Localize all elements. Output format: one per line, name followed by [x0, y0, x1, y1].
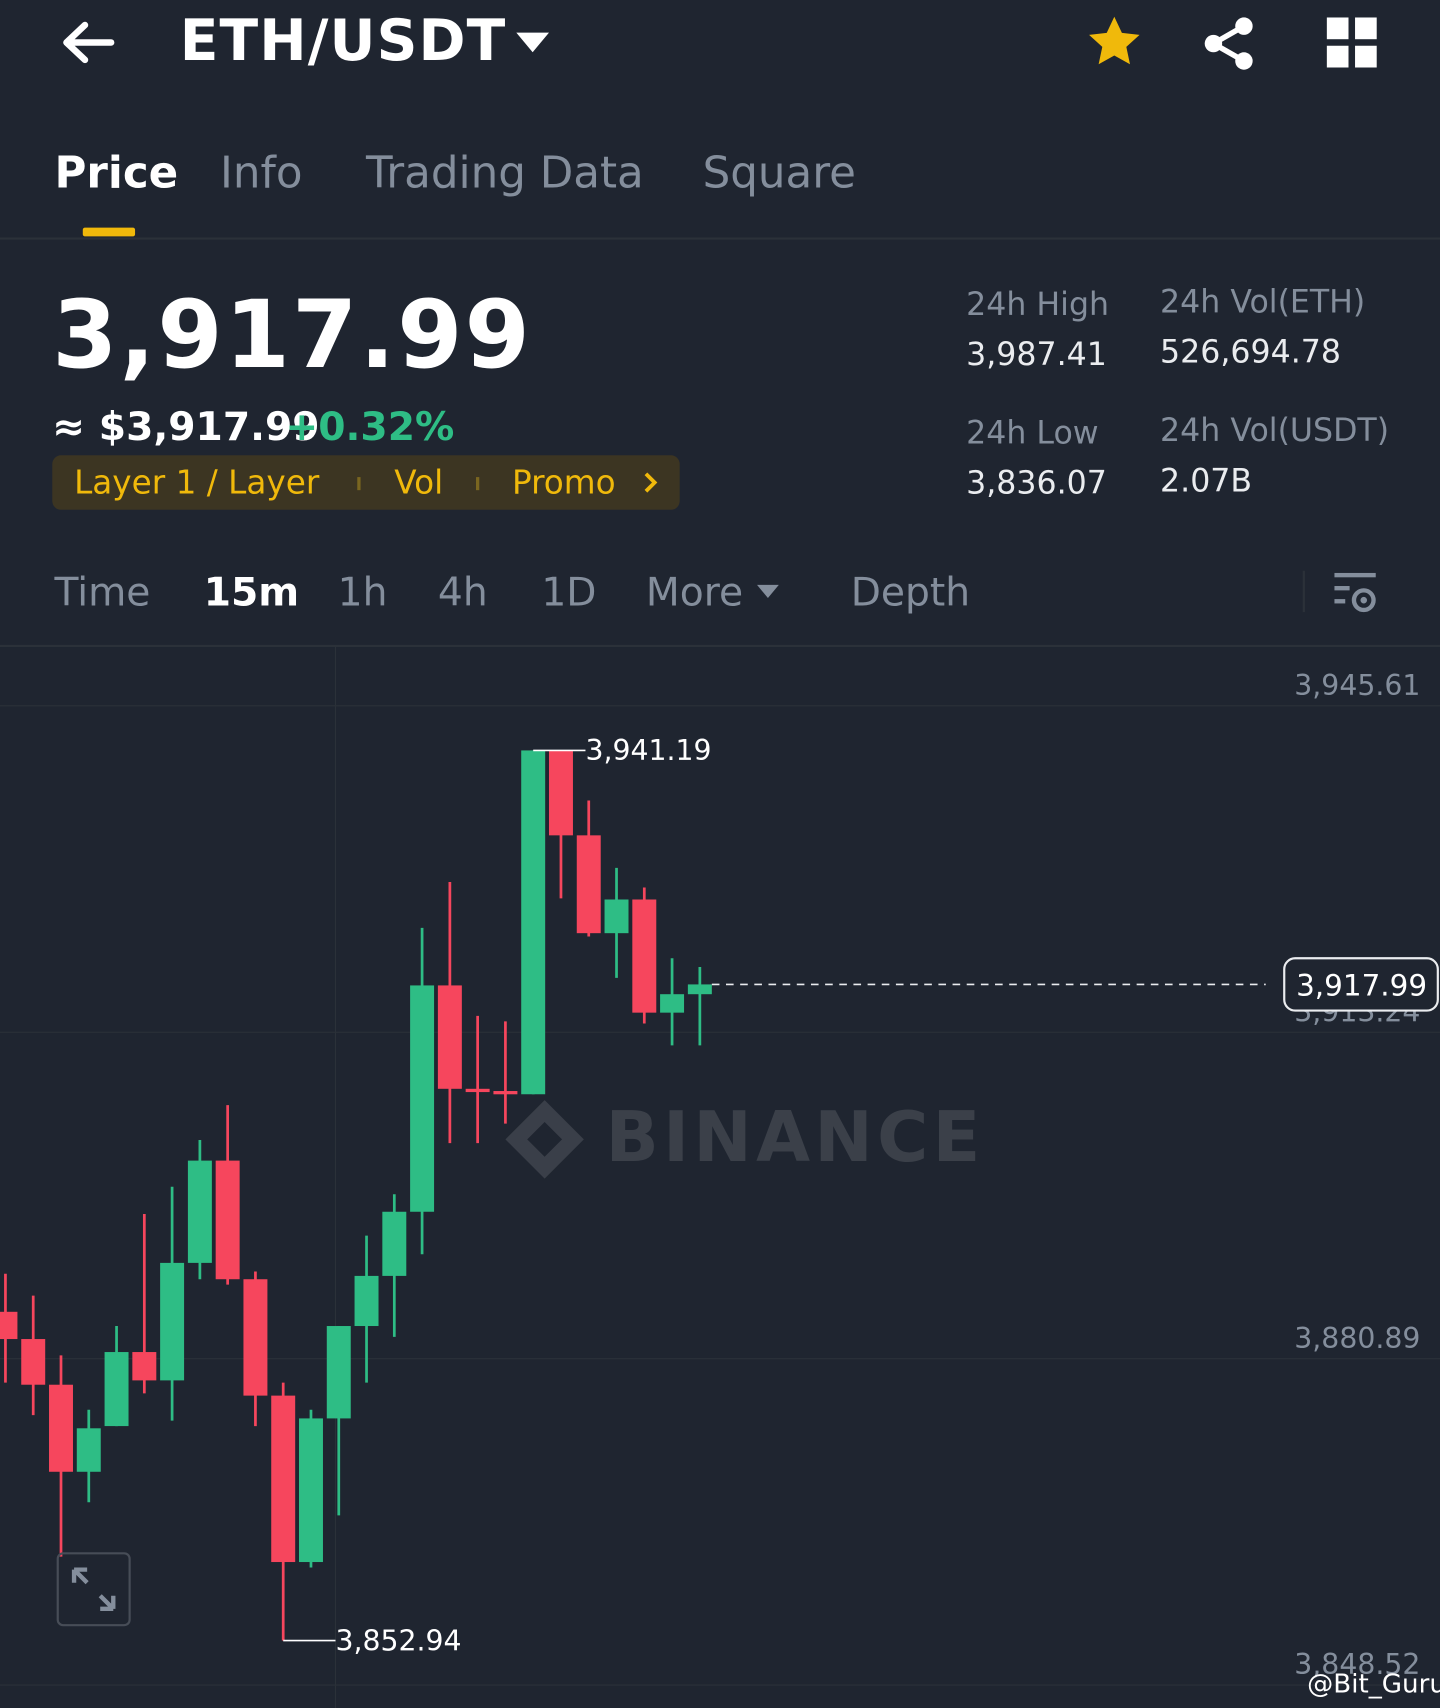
candle-body	[576, 835, 601, 934]
candle-body	[354, 1275, 379, 1327]
user-watermark: @Bit_Guru	[1307, 1668, 1440, 1700]
candle-body	[604, 899, 629, 934]
app-screen: ETH/USDT Price Info Trading Data Square …	[0, 0, 1440, 1708]
binance-logo-icon	[505, 1100, 584, 1179]
candle-body	[299, 1418, 323, 1563]
candle-body	[49, 1384, 73, 1472]
low-marker-label: 3,852.94	[335, 1624, 461, 1657]
candle-body	[326, 1326, 351, 1419]
candle-body	[132, 1352, 157, 1381]
candle-body	[243, 1279, 268, 1396]
candle-body	[215, 1160, 240, 1280]
candle-body	[687, 984, 712, 995]
watermark-text: BINANCE	[606, 1097, 985, 1178]
binance-watermark	[505, 1100, 584, 1179]
y-tick-label: 3,880.89	[1294, 1322, 1420, 1355]
candle-body	[632, 899, 657, 1013]
candle-body	[465, 1088, 490, 1093]
candle-body	[410, 985, 435, 1212]
candlestick-chart[interactable]: 3,945.613,913.243,880.893,848.52BINANCE3…	[0, 0, 1440, 1708]
candle-body	[21, 1339, 46, 1385]
candle-body	[437, 985, 462, 1089]
candle-body	[660, 994, 685, 1013]
expand-chart-button[interactable]	[56, 1552, 131, 1627]
candle-body	[521, 750, 546, 1095]
candle-body	[548, 750, 573, 836]
candle-body	[76, 1428, 101, 1472]
high-marker-label: 3,941.19	[585, 734, 711, 767]
candle-body	[382, 1211, 407, 1276]
y-tick-label: 3,945.61	[1294, 669, 1420, 702]
candle-body	[160, 1262, 185, 1381]
candle-body	[493, 1091, 518, 1095]
expand-icon	[71, 1567, 116, 1612]
candle-body	[0, 1311, 18, 1340]
candle-body	[187, 1160, 212, 1263]
candle-body	[104, 1352, 129, 1427]
candle-body	[271, 1395, 296, 1563]
last-price-label: 3,917.99	[1296, 968, 1427, 1002]
